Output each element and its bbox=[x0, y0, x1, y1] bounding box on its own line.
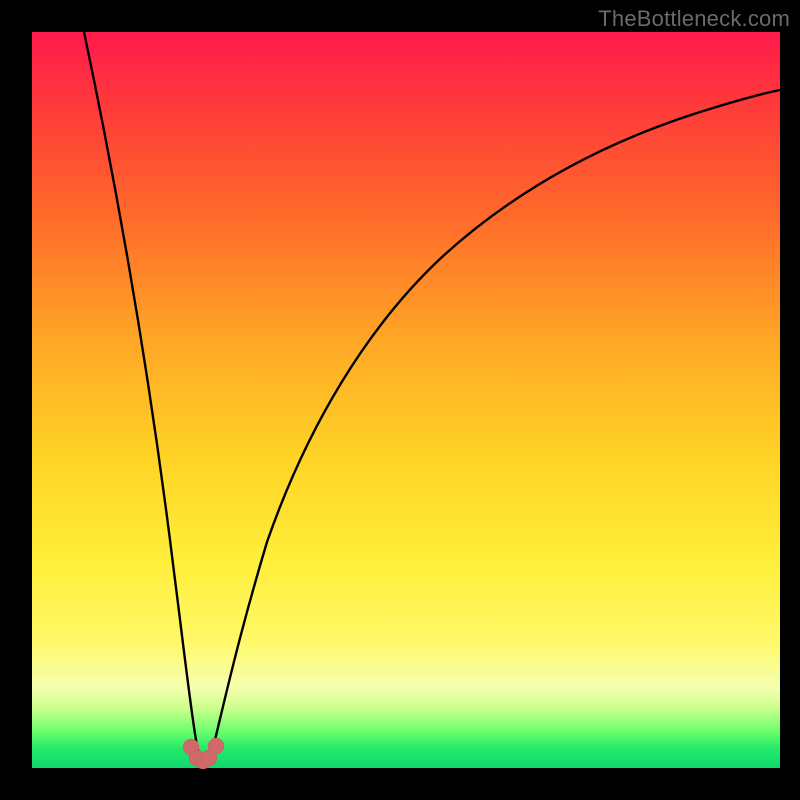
curve-layer bbox=[32, 32, 780, 768]
min-dot bbox=[208, 738, 224, 754]
watermark-text: TheBottleneck.com bbox=[598, 6, 790, 32]
bottleneck-curve bbox=[84, 32, 780, 762]
min-marker-group bbox=[183, 738, 224, 769]
plot-area bbox=[32, 32, 780, 768]
chart-frame: TheBottleneck.com bbox=[0, 0, 800, 800]
